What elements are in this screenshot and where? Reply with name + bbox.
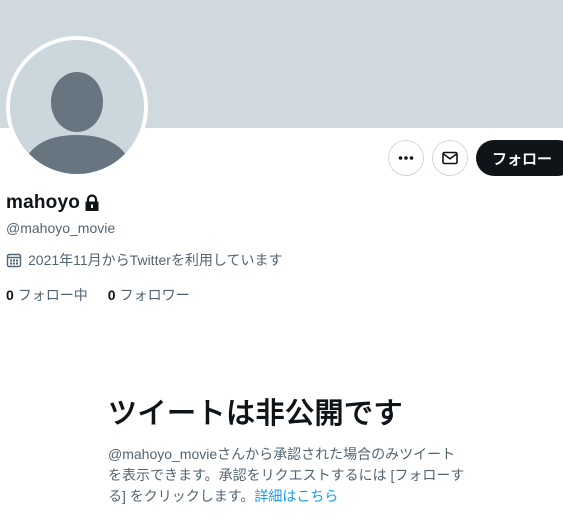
joined-date: 2021年11月からTwitterを利用しています	[6, 250, 283, 270]
protected-description: @mahoyo_movieさんから承認された場合のみツイートを表示できます。承認…	[108, 444, 468, 507]
message-button[interactable]	[432, 140, 468, 176]
followers-count-link[interactable]: 0 フォロワー	[108, 285, 190, 305]
following-count: 0	[6, 287, 14, 303]
followers-label: フォロワー	[119, 287, 190, 303]
joined-text: 2021年11月からTwitterを利用しています	[28, 252, 283, 268]
username-handle: @mahoyo_movie	[6, 220, 116, 236]
following-label: フォロー中	[17, 287, 88, 303]
follow-counts: 0 フォロー中 0 フォロワー	[6, 285, 210, 305]
envelope-icon	[442, 151, 458, 165]
followers-count: 0	[107, 287, 116, 303]
follow-button[interactable]: フォロー	[476, 140, 563, 176]
default-avatar-icon	[10, 40, 144, 174]
more-options-button[interactable]	[388, 140, 424, 176]
protected-title: ツイートは非公開です	[108, 398, 404, 430]
protected-tweets-notice: ツイートは非公開です @mahoyo_movieさんから承認された場合のみツイー…	[108, 390, 478, 507]
follow-button-label: フォロー	[492, 150, 553, 168]
learn-more-link[interactable]: 詳細はこちら	[254, 488, 338, 504]
lock-icon	[84, 194, 100, 212]
calendar-icon	[6, 252, 22, 268]
following-count-link[interactable]: 0 フォロー中	[6, 285, 88, 305]
more-horizontal-icon	[398, 156, 414, 160]
name-row: mahoyo	[6, 192, 100, 214]
avatar[interactable]	[10, 40, 144, 174]
display-name: mahoyo	[6, 192, 81, 213]
avatar-frame	[6, 36, 148, 178]
